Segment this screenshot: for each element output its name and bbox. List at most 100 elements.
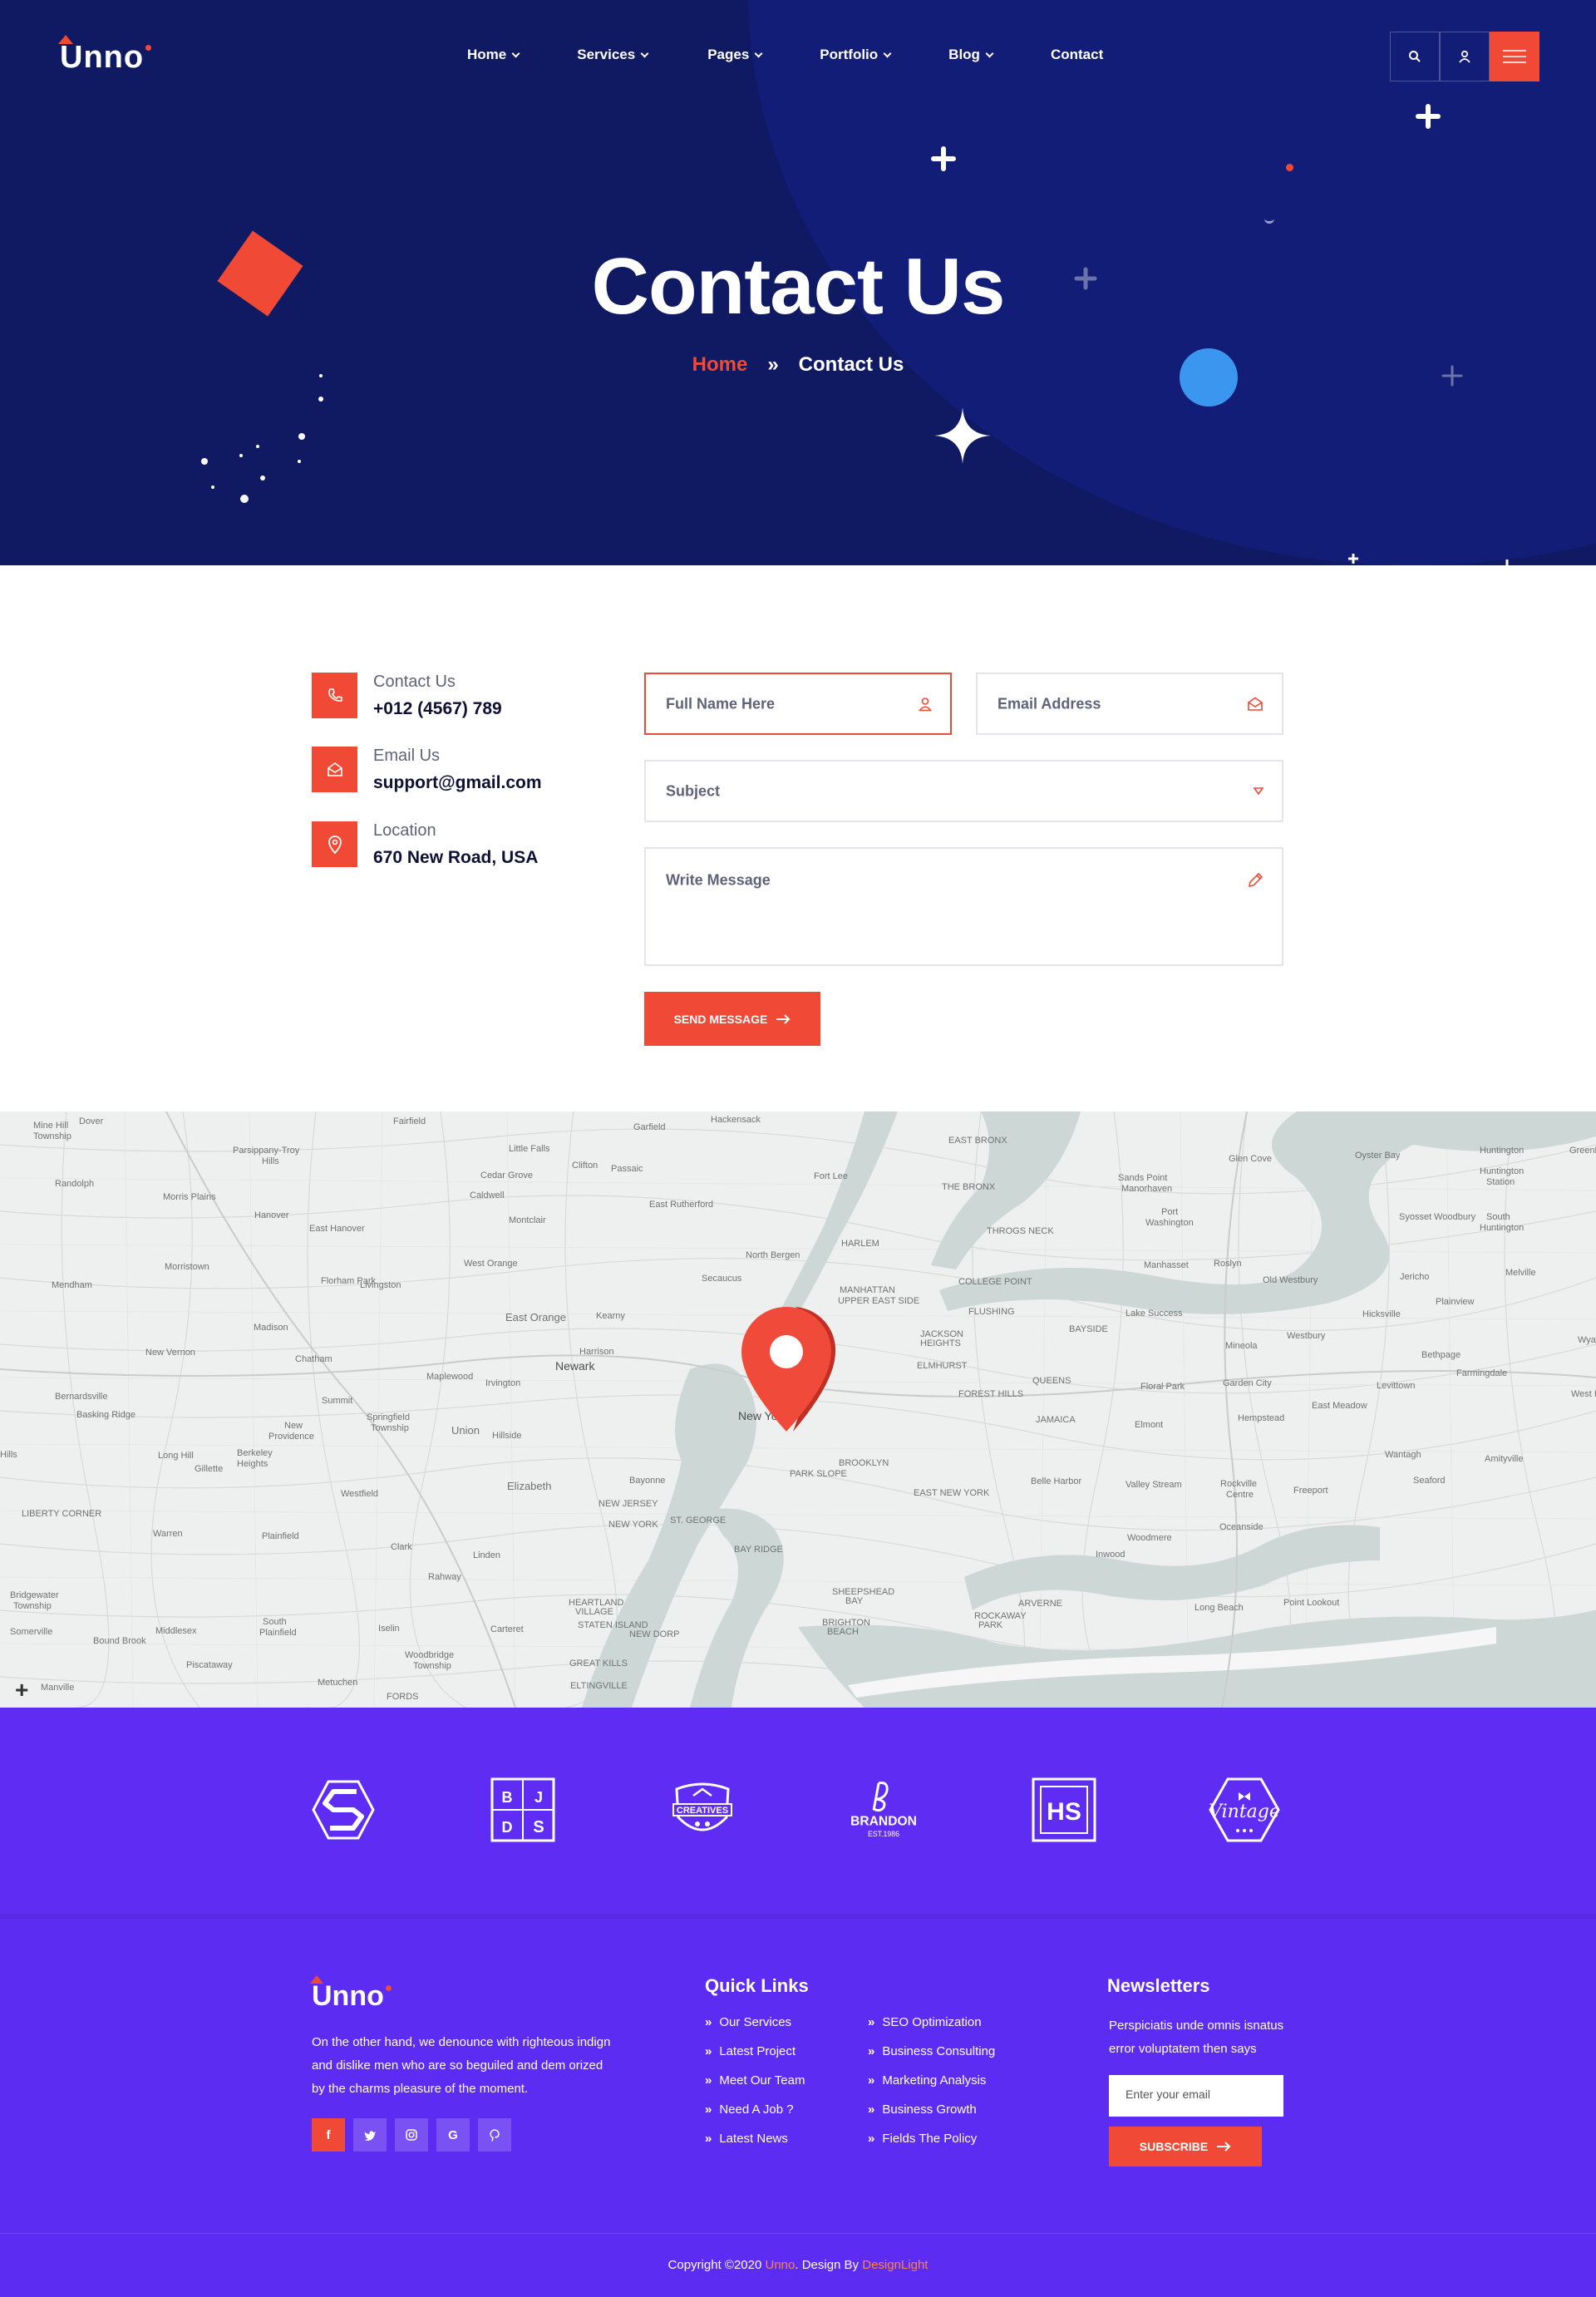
envelope-open-icon (1248, 697, 1263, 711)
svg-text:NEW JERSEY: NEW JERSEY (598, 1499, 658, 1509)
breadcrumb-separator: » (767, 353, 779, 376)
subscribe-label: SUBSCRIBE (1139, 2140, 1209, 2153)
svg-text:Bayonne: Bayonne (629, 1476, 665, 1486)
svg-text:West Orange: West Orange (464, 1259, 518, 1269)
svg-text:Wyand: Wyand (1578, 1335, 1596, 1345)
footer-link[interactable]: » Need A Job ? (705, 2102, 805, 2131)
brand-logo-vintage[interactable]: Vintage (1207, 1776, 1282, 1844)
search-button[interactable] (1390, 32, 1440, 81)
brand-logo-creatives[interactable]: CREATIVES (668, 1776, 736, 1844)
svg-text:PARK SLOPE: PARK SLOPE (790, 1469, 847, 1479)
full-name-placeholder: Full Name Here (666, 695, 776, 712)
twitter-icon (364, 2130, 376, 2141)
svg-text:GREAT KILLS: GREAT KILLS (569, 1659, 628, 1669)
footer-link-label: Need A Job ? (719, 2102, 794, 2117)
svg-text:ELMHURST: ELMHURST (917, 1361, 968, 1371)
map-zoom-in-button[interactable]: + (15, 1677, 28, 1703)
dots-cluster-shape (201, 374, 323, 503)
brand-logo-brandon[interactable]: BRANDON EST.1986 (850, 1776, 918, 1844)
site-logo[interactable]: Unno (58, 35, 152, 76)
svg-text:Freeport: Freeport (1293, 1486, 1328, 1496)
footer-link-label: Meet Our Team (719, 2073, 805, 2088)
designer-link[interactable]: DesignLight (862, 2258, 928, 2272)
map-pin-icon[interactable] (740, 1305, 840, 1434)
copyright-brand-link[interactable]: Unno (766, 2258, 796, 2272)
footer-link[interactable]: » Latest News (705, 2131, 805, 2160)
subscribe-button[interactable]: SUBSCRIBE (1109, 2127, 1262, 2166)
footer-link[interactable]: » Fields The Policy (868, 2131, 995, 2160)
svg-text:Providence: Providence (268, 1432, 314, 1442)
quick-links-title: Quick Links (705, 1975, 809, 1996)
send-message-button[interactable]: SEND MESSAGE (644, 992, 820, 1046)
footer-link-label: Our Services (719, 2015, 792, 2029)
double-chevron-right-icon: » (705, 2015, 712, 2029)
full-name-field[interactable]: Full Name Here (644, 673, 952, 735)
svg-text:Rockville: Rockville (1220, 1479, 1257, 1489)
newsletter-email-input[interactable]: Enter your email (1109, 2075, 1283, 2117)
breadcrumb-home-link[interactable]: Home (692, 353, 748, 376)
facebook-link[interactable]: f (312, 2118, 345, 2152)
nav-label: Pages (707, 47, 750, 62)
svg-text:Secaucus: Secaucus (702, 1274, 742, 1284)
location-map[interactable]: Mine Hill Township Dover Randolph Parsippan… (0, 1112, 1596, 1708)
svg-text:Clifton: Clifton (572, 1161, 598, 1171)
svg-text:NEW YORK: NEW YORK (608, 1520, 658, 1530)
hamburger-menu-icon (1503, 50, 1526, 63)
contact-info-label: Location (373, 821, 436, 840)
footer-logo[interactable]: Unno (310, 1975, 392, 2013)
svg-text:Union: Union (451, 1424, 480, 1437)
svg-text:Parsippany-Troy: Parsippany-Troy (233, 1146, 300, 1156)
svg-text:Long Beach: Long Beach (1195, 1603, 1244, 1613)
nav-item-home[interactable]: Home (467, 47, 520, 63)
svg-text:Hempstead: Hempstead (1238, 1413, 1284, 1423)
contact-info-value[interactable]: 670 New Road, USA (373, 848, 538, 868)
contact-info-value[interactable]: +012 (4567) 789 (373, 699, 502, 719)
account-button[interactable] (1440, 32, 1490, 81)
nav-item-services[interactable]: Services (577, 47, 649, 63)
svg-text:QUEENS: QUEENS (1032, 1376, 1071, 1386)
svg-text:Township: Township (413, 1661, 451, 1671)
svg-text:D: D (502, 1819, 513, 1836)
svg-text:Basking Ridge: Basking Ridge (76, 1410, 135, 1420)
footer-link[interactable]: » Our Services (705, 2014, 805, 2043)
svg-text:Morris Plains: Morris Plains (163, 1192, 216, 1202)
nav-item-pages[interactable]: Pages (707, 47, 763, 63)
svg-text:Amityville: Amityville (1485, 1454, 1523, 1464)
google-link[interactable]: G (436, 2118, 470, 2152)
instagram-link[interactable] (395, 2118, 428, 2152)
footer-link[interactable]: » Latest Project (705, 2043, 805, 2073)
footer-link[interactable]: » Marketing Analysis (868, 2073, 995, 2102)
footer-link[interactable]: » SEO Optimization (868, 2014, 995, 2043)
svg-text:South: South (263, 1617, 287, 1627)
nav-item-contact[interactable]: Contact (1051, 47, 1103, 63)
svg-text:Vintage: Vintage (1209, 1802, 1280, 1822)
message-textarea[interactable]: Write Message (644, 847, 1283, 966)
crescent-shape (1264, 214, 1274, 224)
chevron-down-icon (985, 49, 994, 57)
footer-link[interactable]: » Business Consulting (868, 2043, 995, 2073)
twitter-link[interactable] (353, 2118, 387, 2152)
contact-info-label: Contact Us (373, 673, 456, 691)
svg-text:Manville: Manville (41, 1683, 74, 1693)
pinterest-link[interactable] (478, 2118, 511, 2152)
svg-text:ST. GEORGE: ST. GEORGE (670, 1516, 726, 1526)
contact-info-value[interactable]: support@gmail.com (373, 773, 542, 793)
footer-link[interactable]: » Business Growth (868, 2102, 995, 2131)
nav-item-blog[interactable]: Blog (948, 47, 994, 63)
red-dot-shape (1286, 164, 1293, 171)
subject-select[interactable]: Subject (644, 760, 1283, 822)
instagram-icon (406, 2129, 417, 2141)
footer-link[interactable]: » Meet Our Team (705, 2073, 805, 2102)
svg-text:Middlesex: Middlesex (155, 1626, 197, 1636)
menu-button[interactable] (1490, 32, 1539, 81)
nav-item-portfolio[interactable]: Portfolio (820, 47, 892, 63)
svg-text:East Orange: East Orange (505, 1311, 566, 1323)
svg-text:Greenla: Greenla (1569, 1146, 1596, 1156)
brand-logo-bjds[interactable]: B J D S (489, 1776, 557, 1844)
email-field[interactable]: Email Address (976, 673, 1283, 735)
svg-text:Iselin: Iselin (378, 1624, 400, 1634)
brand-logo-s-hexagon[interactable] (309, 1776, 377, 1844)
brand-logo-hs[interactable]: HS (1030, 1776, 1098, 1844)
svg-text:Livingston: Livingston (360, 1280, 401, 1290)
svg-text:Bound Brook: Bound Brook (93, 1636, 146, 1646)
